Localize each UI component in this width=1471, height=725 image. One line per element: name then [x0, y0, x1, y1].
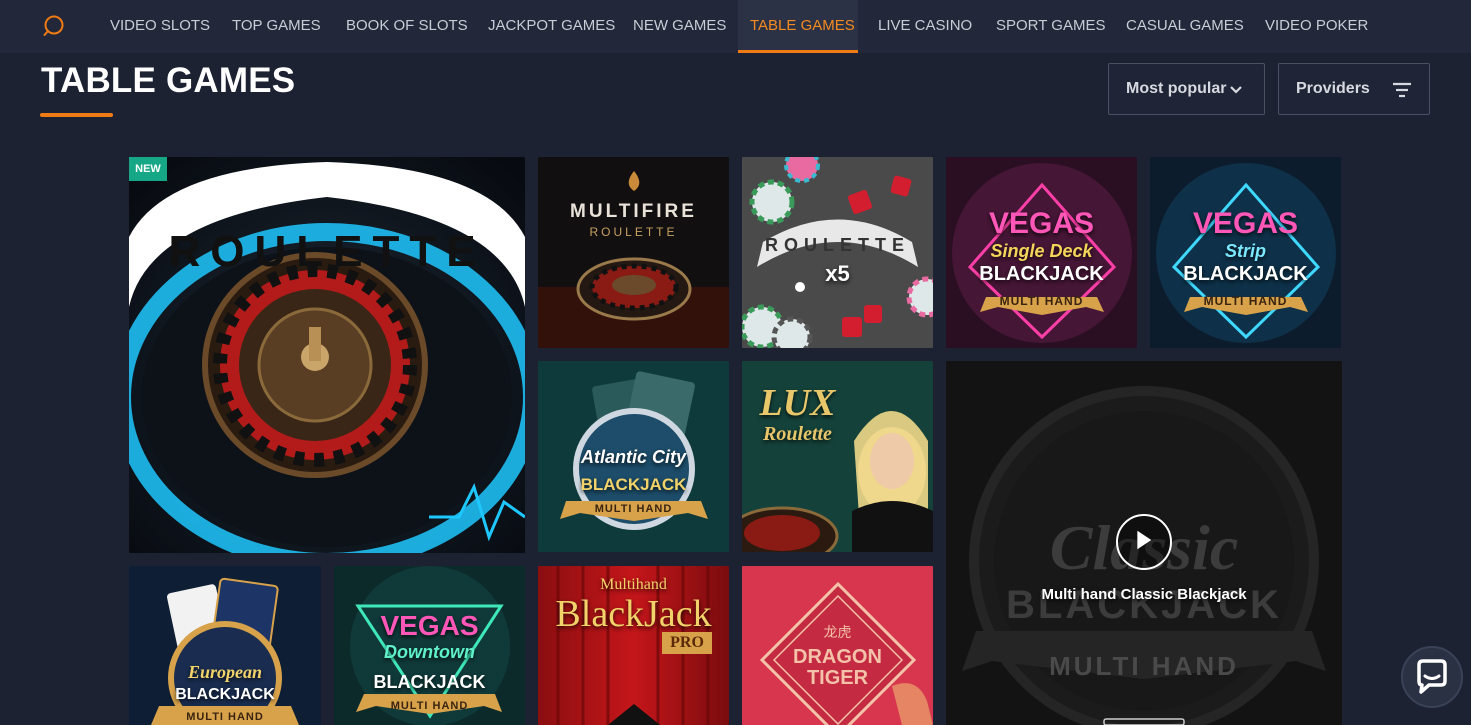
nav-table-games[interactable]: TABLE GAMES — [738, 0, 858, 53]
multifire-subtitle: ROULETTE — [589, 225, 678, 239]
atlantic-ribbon: MULTI HAND — [594, 503, 673, 515]
game-tile-multi-hand-classic-blackjack[interactable]: Classic BLACKJACK MULTI HAND Multi hand … — [946, 361, 1342, 725]
title-underline — [40, 113, 113, 117]
dragon-chinese: 龙虎 — [823, 624, 852, 640]
nav-video-slots[interactable]: VIDEO SLOTS — [110, 0, 210, 53]
vegas-single-title: VEGAS — [988, 207, 1095, 240]
classic-hover-title: Multi hand Classic Blackjack — [1041, 586, 1247, 603]
european-game: BLACKJACK — [175, 686, 275, 703]
game-tile-vegas-downtown-blackjack[interactable]: VEGAS Downtown BLACKJACK MULTI HAND — [334, 566, 525, 725]
game-tile-vegas-strip-blackjack[interactable]: VEGAS Strip BLACKJACK MULTI HAND — [1150, 157, 1341, 348]
play-icon[interactable] — [1116, 514, 1172, 570]
dragon-title: DRAGON — [793, 646, 882, 668]
game-tile-vegas-single-deck-blackjack[interactable]: VEGAS Single Deck BLACKJACK MULTI HAND — [946, 157, 1137, 348]
classic-bg-ribbon: MULTI HAND — [1049, 651, 1239, 681]
atlantic-title: Atlantic City — [580, 447, 686, 467]
providers-label: Providers — [1296, 80, 1370, 97]
nav-jackpot-games[interactable]: JACKPOT GAMES — [488, 0, 615, 53]
game-tile-roulette[interactable]: ROULETTE — [129, 157, 525, 553]
lux-subtitle: Roulette — [763, 423, 832, 445]
search-icon[interactable] — [40, 12, 68, 40]
atlantic-game: BLACKJACK — [580, 475, 687, 494]
vegas-downtown-ribbon: MULTI HAND — [390, 700, 469, 712]
roulette-x5-title: ROULETTE — [765, 235, 910, 255]
european-title: European — [187, 662, 263, 682]
multifire-artwork — [538, 157, 729, 348]
vegas-strip-subtitle: Strip — [1224, 241, 1266, 261]
sort-dropdown[interactable]: Most popular — [1108, 63, 1265, 115]
vegas-downtown-subtitle: Downtown — [384, 642, 475, 662]
nav-video-poker[interactable]: VIDEO POKER — [1265, 0, 1368, 53]
roulette-title: ROULETTE — [168, 227, 486, 276]
nav-top-games[interactable]: TOP GAMES — [232, 0, 321, 53]
nav-new-games[interactable]: NEW GAMES — [633, 0, 726, 53]
tiger-title: TIGER — [806, 667, 869, 689]
vegas-single-subtitle: Single Deck — [990, 241, 1093, 261]
game-tile-dragon-tiger[interactable]: 龙虎 DRAGON TIGER — [742, 566, 933, 725]
top-navigation: VIDEO SLOTS TOP GAMES BOOK OF SLOTS JACK… — [0, 0, 1471, 53]
game-tile-european-blackjack[interactable]: European BLACKJACK MULTI HAND — [129, 566, 321, 725]
european-ribbon: MULTI HAND — [186, 711, 264, 723]
vegas-single-ribbon: MULTI HAND — [999, 294, 1084, 308]
game-tile-multifire-roulette[interactable]: MULTIFIRE ROULETTE — [538, 157, 729, 348]
chat-icon — [1417, 659, 1447, 694]
chat-button[interactable] — [1401, 646, 1463, 708]
game-tile-multihand-blackjack-pro[interactable]: Multihand BlackJack PRO — [538, 566, 729, 725]
nav-casual-games[interactable]: CASUAL GAMES — [1126, 0, 1244, 53]
vegas-downtown-game: BLACKJACK — [373, 672, 486, 692]
game-tile-roulette-x5[interactable]: ROULETTE x5 — [742, 157, 933, 348]
new-badge: NEW — [129, 157, 167, 181]
game-tile-lux-roulette[interactable]: LUX Roulette — [742, 361, 933, 552]
lux-title: LUX — [759, 382, 836, 424]
multifire-title: MULTIFIRE — [570, 201, 697, 222]
chevron-down-icon — [1230, 86, 1242, 94]
vegas-single-game: BLACKJACK — [979, 263, 1104, 285]
filter-icon — [1393, 82, 1411, 98]
vegas-strip-ribbon: MULTI HAND — [1203, 294, 1288, 308]
sort-label: Most popular — [1126, 80, 1227, 97]
page-title: TABLE GAMES — [41, 61, 296, 100]
nav-live-casino[interactable]: LIVE CASINO — [878, 0, 972, 53]
multihand-pro-title: BlackJack — [555, 593, 712, 635]
nav-sport-games[interactable]: SPORT GAMES — [996, 0, 1105, 53]
roulette-artwork — [129, 157, 525, 553]
roulette-x5-multiplier: x5 — [825, 261, 850, 286]
vegas-downtown-title: VEGAS — [380, 610, 479, 641]
vegas-strip-title: VEGAS — [1192, 207, 1299, 240]
nav-book-of-slots[interactable]: BOOK OF SLOTS — [346, 0, 468, 53]
providers-filter[interactable]: Providers — [1278, 63, 1430, 115]
multihand-pro-tag: PRO — [662, 632, 712, 654]
vegas-strip-game: BLACKJACK — [1183, 263, 1308, 285]
game-tile-atlantic-city-blackjack[interactable]: Atlantic City BLACKJACK MULTI HAND — [538, 361, 729, 552]
